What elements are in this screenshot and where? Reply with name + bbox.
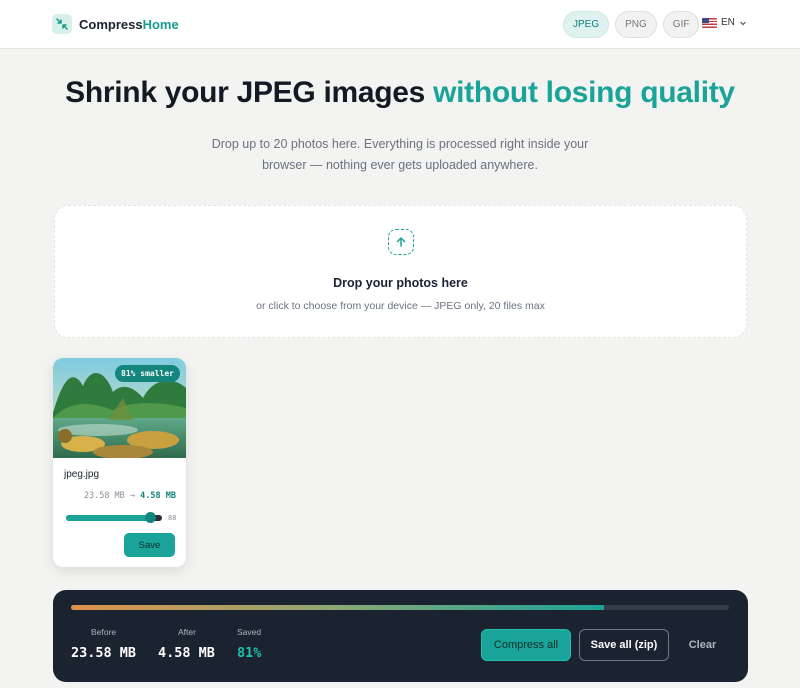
- language-label: EN: [721, 17, 735, 28]
- file-drop-zone[interactable]: Drop your photos here or click to choose…: [54, 205, 747, 338]
- summary-bar: Before 23.58 MB After 4.58 MB Saved 81% …: [53, 590, 748, 682]
- quality-slider-handle[interactable]: [145, 512, 157, 523]
- language-selector[interactable]: EN: [702, 17, 747, 28]
- dropzone-hint: or click to choose from your device — JP…: [256, 300, 545, 312]
- dropzone-title: Drop your photos here: [333, 276, 468, 290]
- page-title-main: Shrink your JPEG images: [65, 76, 426, 109]
- arrow-right-icon: →: [129, 491, 136, 501]
- original-size: 23.58 MB: [83, 491, 125, 501]
- file-size-comparison: 23.58 MB → 4.58 MB: [53, 491, 176, 501]
- saved-value: 81%: [237, 645, 262, 661]
- saved-label: Saved: [237, 627, 262, 637]
- savings-progress-fill: [71, 605, 604, 610]
- compress-arrows-icon: [52, 14, 72, 34]
- tab-png[interactable]: PNG: [615, 11, 657, 38]
- page-title: Shrink your JPEG images without losing q…: [0, 76, 800, 110]
- brand-name-part2: Home: [142, 16, 179, 32]
- brand-name: CompressHome: [79, 17, 179, 32]
- quality-slider-fill: [66, 515, 151, 521]
- save-file-button[interactable]: Save: [124, 533, 175, 557]
- brand-name-part1: Compress: [79, 16, 143, 32]
- before-label: Before: [91, 627, 117, 637]
- quality-value: 88: [168, 514, 177, 522]
- image-thumbnail: 81% smaller: [53, 358, 186, 458]
- stat-after: After 4.58 MB: [158, 627, 215, 661]
- page-title-highlight: without losing quality: [433, 76, 735, 109]
- save-all-zip-button[interactable]: Save all (zip): [579, 629, 669, 661]
- after-value: 4.58 MB: [158, 645, 215, 661]
- stat-saved: Saved 81%: [237, 627, 261, 661]
- clear-button[interactable]: Clear: [680, 629, 725, 661]
- quality-slider[interactable]: [66, 512, 162, 523]
- brand-logo-link[interactable]: CompressHome: [52, 13, 179, 35]
- savings-progress-bar: [71, 605, 729, 610]
- compress-all-button[interactable]: Compress all: [481, 629, 571, 661]
- file-name: jpeg.jpg: [64, 469, 100, 480]
- tab-gif[interactable]: GIF: [662, 11, 700, 38]
- chevron-down-icon: [739, 21, 746, 25]
- upload-icon: [388, 229, 414, 255]
- top-navigation-bar: CompressHome JPEG PNG GIF EN: [0, 0, 800, 49]
- savings-badge: 81% smaller: [115, 365, 180, 382]
- compressed-size: 4.58 MB: [140, 491, 176, 501]
- page-subtitle: Drop up to 20 photos here. Everything is…: [211, 137, 589, 172]
- stat-before: Before 23.58 MB: [71, 627, 136, 661]
- before-value: 23.58 MB: [71, 645, 137, 661]
- format-tabs: JPEG PNG GIF: [563, 11, 700, 38]
- after-label: After: [178, 627, 196, 637]
- tab-jpeg[interactable]: JPEG: [563, 11, 610, 38]
- us-flag-icon: [702, 17, 717, 28]
- file-card: 81% smaller jpeg.jpg 23.58 MB → 4.58 MB …: [53, 358, 186, 567]
